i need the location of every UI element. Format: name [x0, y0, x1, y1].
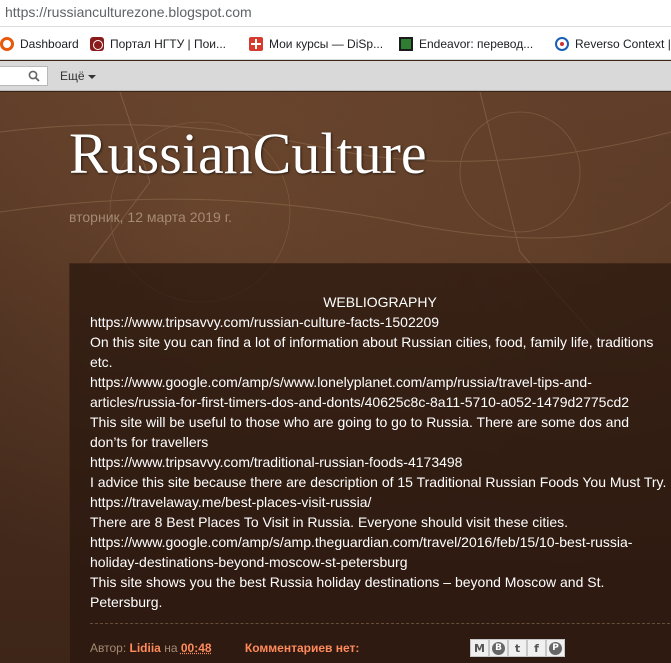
- twitter-share-button[interactable]: t: [508, 639, 527, 657]
- more-label: Ещё: [60, 69, 85, 83]
- facebook-share-button[interactable]: f: [527, 639, 546, 657]
- comments-link[interactable]: Комментариев нет:: [245, 641, 359, 655]
- facebook-icon: f: [534, 641, 539, 655]
- post-text: This site will be useful to those who ar…: [90, 414, 630, 450]
- url-text[interactable]: https://russianculturezone.blogspot.com: [5, 4, 252, 20]
- post-link[interactable]: https://travelaway.me/best-places-visit-…: [90, 492, 670, 512]
- blogger-navbar: Ещё: [0, 61, 671, 91]
- bookmark-reverso[interactable]: Reverso Context |: [555, 35, 671, 53]
- post-link[interactable]: https://www.tripsavvy.com/russian-cultur…: [90, 312, 670, 332]
- gmail-share-button[interactable]: M: [470, 639, 489, 657]
- endeavor-icon: [399, 37, 413, 51]
- post-time-link[interactable]: 00:48: [181, 641, 212, 655]
- blogger-icon: B: [492, 641, 505, 655]
- post-text: On this site you can find a lot of infor…: [90, 334, 654, 370]
- twitter-icon: t: [514, 641, 521, 655]
- post-footer: Автор: Lidiia на 00:48 Комментариев нет:: [90, 641, 359, 655]
- bookmark-courses[interactable]: Мои курсы — DiSp...: [249, 35, 383, 53]
- post-text: I advice this site because there are des…: [90, 474, 667, 490]
- search-icon[interactable]: [28, 70, 40, 82]
- blog-title[interactable]: RussianCulture: [69, 120, 427, 187]
- bookmark-label: Dashboard: [20, 37, 79, 51]
- bookmarks-bar: Dashboard Портал НГТУ | Пои... Мои курсы…: [0, 27, 671, 60]
- search-input[interactable]: [0, 66, 48, 86]
- post-divider: [90, 623, 670, 624]
- bookmark-label: Портал НГТУ | Пои...: [110, 37, 226, 51]
- post-heading: WEBLIOGRAPHY: [323, 294, 437, 310]
- dashboard-icon: [0, 37, 14, 51]
- bookmark-dashboard[interactable]: Dashboard: [0, 35, 79, 53]
- bookmark-label: Reverso Context |: [575, 37, 671, 51]
- caret-down-icon: [87, 74, 96, 79]
- post-link[interactable]: https://www.google.com/amp/s/www.lonelyp…: [90, 372, 670, 412]
- blog-page: RussianCulture вторник, 12 марта 2019 г.…: [0, 92, 671, 663]
- post-date: вторник, 12 марта 2019 г.: [69, 209, 233, 225]
- author-prefix: Автор:: [90, 641, 127, 655]
- bookmark-label: Endeavor: перевод...: [419, 37, 534, 51]
- post-container: WEBLIOGRAPHY https://www.tripsavvy.com/r…: [69, 263, 671, 663]
- post-text: This site shows you the best Russia holi…: [90, 574, 605, 610]
- ngtu-icon: [90, 37, 104, 51]
- bookmark-ngtu[interactable]: Портал НГТУ | Пои...: [90, 35, 226, 53]
- post-link[interactable]: https://www.google.com/amp/s/amp.theguar…: [90, 532, 670, 572]
- more-menu-button[interactable]: Ещё: [60, 69, 96, 83]
- bookmark-label: Мои курсы — DiSp...: [269, 37, 384, 51]
- pinterest-icon: P: [549, 641, 562, 655]
- reverso-icon: [555, 37, 569, 51]
- time-prefix: на: [164, 641, 178, 655]
- address-bar[interactable]: https://russianculturezone.blogspot.com: [0, 0, 671, 27]
- post-body: WEBLIOGRAPHY https://www.tripsavvy.com/r…: [90, 292, 670, 612]
- post-link[interactable]: https://www.tripsavvy.com/traditional-ru…: [90, 452, 670, 472]
- share-buttons: M B t f P: [470, 639, 565, 657]
- bookmark-endeavor[interactable]: Endeavor: перевод...: [399, 35, 533, 53]
- courses-icon: [249, 37, 263, 51]
- pinterest-share-button[interactable]: P: [546, 639, 565, 657]
- author-link[interactable]: Lidiia: [130, 641, 161, 655]
- blogger-share-button[interactable]: B: [489, 639, 508, 657]
- gmail-icon: M: [474, 641, 485, 655]
- post-text: There are 8 Best Places To Visit in Russ…: [90, 514, 569, 530]
